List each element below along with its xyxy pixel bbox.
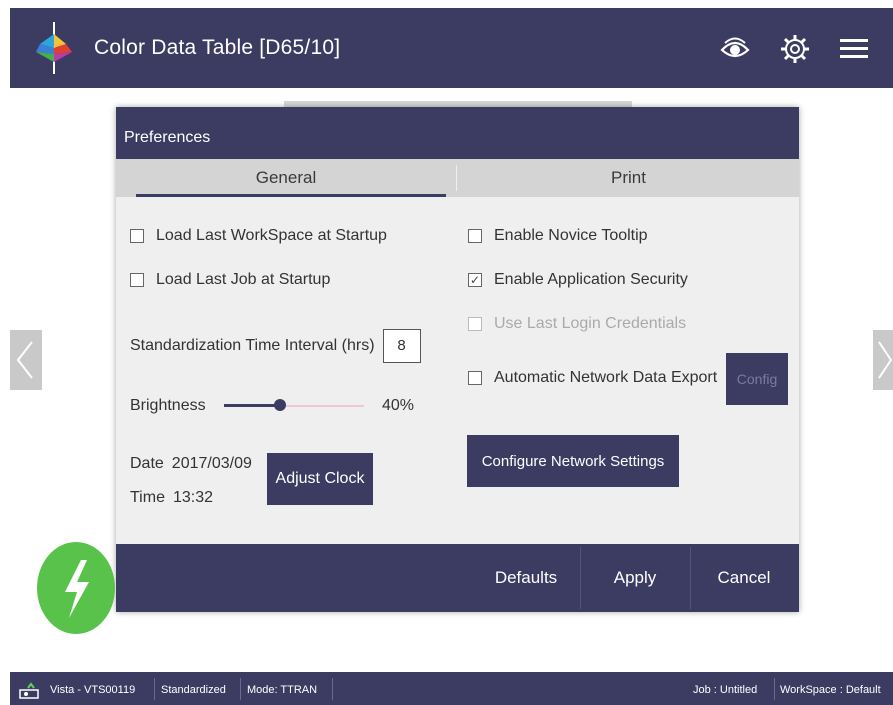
time-label: Time [130, 489, 165, 506]
configure-network-settings-button[interactable]: Configure Network Settings [467, 435, 679, 487]
date-label: Date [130, 455, 164, 472]
previous-page-button[interactable] [10, 330, 42, 390]
status-bar: Vista - VTS00119 Standardized Mode: TTRA… [10, 672, 893, 705]
load-job-option[interactable]: Load Last Job at Startup [130, 271, 330, 289]
chevron-left-icon [16, 341, 33, 379]
status-divider [774, 678, 775, 700]
last-login-option: Use Last Login Credentials [468, 315, 686, 333]
footer-divider [690, 547, 691, 609]
dialog-title: Preferences [124, 129, 211, 146]
novice-tooltip-option[interactable]: Enable Novice Tooltip [468, 227, 648, 245]
last-login-checkbox [468, 317, 482, 331]
lightning-bolt-icon [65, 560, 89, 618]
cancel-button[interactable]: Cancel [692, 545, 796, 611]
general-tab-panel: Load Last WorkSpace at Startup Load Last… [116, 197, 799, 544]
app-security-option[interactable]: ✓ Enable Application Security [468, 271, 688, 289]
load-workspace-label: Load Last WorkSpace at Startup [156, 227, 387, 244]
adjust-clock-button[interactable]: Adjust Clock [267, 453, 373, 505]
gear-icon[interactable] [778, 32, 812, 66]
status-divider [240, 678, 241, 700]
config-button: Config [726, 353, 788, 405]
brightness-slider-fill [224, 404, 280, 407]
status-divider [332, 678, 333, 700]
time-row: Time 13:32 [130, 489, 213, 507]
date-row: Date 2017/03/09 [130, 455, 252, 473]
novice-tooltip-checkbox[interactable] [468, 229, 482, 243]
instrument-state: Standardized [161, 684, 226, 696]
tab-divider [456, 165, 457, 191]
standardization-interval-row: Standardization Time Interval (hrs) 8 [130, 329, 421, 363]
tab-bar: General Print [116, 159, 799, 197]
brightness-label: Brightness [130, 397, 206, 414]
status-divider [154, 678, 155, 700]
brightness-slider-thumb[interactable] [274, 399, 286, 411]
load-workspace-checkbox[interactable] [130, 229, 144, 243]
auto-export-checkbox[interactable] [468, 371, 482, 385]
next-page-button[interactable] [873, 330, 893, 390]
tab-print[interactable]: Print [458, 159, 799, 197]
chevron-right-icon [878, 341, 893, 379]
standardization-interval-label: Standardization Time Interval (hrs) [130, 337, 375, 354]
last-login-label: Use Last Login Credentials [494, 315, 687, 332]
window-title: Color Data Table [D65/10] [94, 36, 341, 59]
date-value: 2017/03/09 [171, 455, 252, 472]
load-job-label: Load Last Job at Startup [156, 271, 331, 288]
apply-button[interactable]: Apply [582, 545, 688, 611]
measure-bolt-button[interactable] [37, 542, 115, 634]
measurement-mode: Mode: TTRAN [247, 684, 318, 696]
brightness-value: 40% [382, 397, 415, 414]
job-name: Job : Untitled [693, 684, 758, 696]
auto-export-option[interactable]: Automatic Network Data Export [468, 369, 717, 387]
app-security-checkbox[interactable]: ✓ [468, 273, 482, 287]
footer-divider [580, 547, 581, 609]
auto-export-label: Automatic Network Data Export [494, 369, 718, 386]
defaults-button[interactable]: Defaults [474, 545, 578, 611]
tab-general[interactable]: General [116, 159, 456, 197]
time-value: 13:32 [172, 489, 214, 506]
instrument-name: Vista - VTS00119 [50, 684, 136, 696]
preferences-dialog: Preferences General Print Load Last Work… [116, 107, 799, 612]
hamburger-menu-icon[interactable] [837, 32, 871, 66]
workspace-name: WorkSpace : Default [780, 684, 881, 696]
app-header: Color Data Table [D65/10] [10, 8, 893, 88]
app-security-label: Enable Application Security [494, 271, 688, 288]
app-logo-icon [36, 22, 72, 74]
novice-tooltip-label: Enable Novice Tooltip [494, 227, 648, 244]
eye-icon[interactable] [718, 32, 752, 66]
load-job-checkbox[interactable] [130, 273, 144, 287]
load-workspace-option[interactable]: Load Last WorkSpace at Startup [130, 227, 387, 245]
standardization-interval-input[interactable]: 8 [382, 329, 421, 363]
instrument-icon [19, 682, 39, 699]
